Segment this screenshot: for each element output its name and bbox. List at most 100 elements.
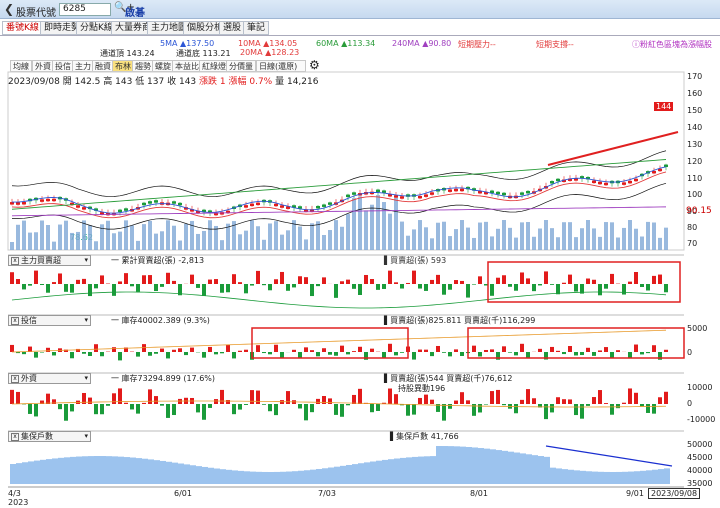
volume-bar [280,234,284,250]
volume-bar [424,227,428,250]
holders-bar [280,471,286,484]
holders-bar [178,463,184,484]
holders-bar [160,460,166,484]
holders-bar [556,468,562,484]
volume-bar [586,220,590,250]
holders-bar [106,456,112,484]
volume-bar [166,220,170,250]
foreign-bar [46,393,50,404]
volume-bar [82,220,86,250]
volume-bar [34,232,38,250]
chevron-down-icon[interactable]: ▾ [84,432,88,441]
close-icon[interactable]: x [11,257,19,265]
x-tick-year: 2023 [8,498,29,507]
close-icon[interactable]: x [11,433,19,441]
trust-bar [100,352,104,357]
foreign-bar [574,404,578,416]
foreign-bar [58,404,62,410]
mainforce-bar [514,284,518,291]
trust-bar [226,344,230,352]
volume-bar [304,239,308,250]
volume-bar [298,226,302,250]
holders-bar [508,451,514,484]
foreign-bar [484,404,488,405]
trust-bar [514,352,518,356]
trust-bar [508,352,512,353]
trust-bar [346,352,350,355]
mainforce-bar [406,282,410,284]
mainforce-bar [610,273,614,284]
volume-bar [214,225,218,250]
volume-bar [172,225,176,250]
holders-bar [298,470,304,484]
volume-bar [58,224,62,250]
holders-bar [250,471,256,484]
chevron-down-icon[interactable]: ▾ [84,374,88,383]
close-icon[interactable]: x [11,317,19,325]
candle-body [652,170,656,174]
trust-bar [592,352,596,356]
holders-bar [40,459,46,484]
panel-select-mainforce[interactable]: x 主力買賣超 ▾ [8,255,91,266]
foreign-bar [64,404,68,421]
mainforce-bar [586,278,590,284]
mainforce-bar [304,277,308,284]
volume-bar [472,237,476,250]
holders-bar [334,466,340,484]
trust-bar [112,347,116,352]
chevron-down-icon[interactable]: ▾ [84,256,88,265]
volume-bar [244,230,248,250]
mainforce-bar [292,284,296,288]
trust-bar [52,352,56,356]
mainforce-bar [334,284,338,298]
volume-bar [466,227,470,250]
volume-bar [106,220,110,250]
volume-bar [622,227,626,250]
close-icon[interactable]: x [11,375,19,383]
volume-bar [238,234,242,250]
foreign-bar [412,404,416,415]
trust-bar [418,349,422,352]
mainforce-bar [526,278,530,284]
volume-bar [370,204,374,250]
holders-bar [130,457,136,484]
trust-bar [490,349,494,352]
panel-select-trust[interactable]: x 投信 ▾ [8,315,91,326]
candle-body [142,202,146,206]
foreign-bar [124,402,128,404]
candle-body [526,190,530,194]
holders-bar [538,456,544,484]
volume-bar [346,214,350,250]
mainforce-bar [430,279,434,284]
chevron-down-icon[interactable]: ▾ [84,316,88,325]
trust-bar [208,346,212,352]
volume-bar [598,236,602,250]
holders-bar [76,456,82,484]
trust-bar [262,352,266,354]
foreign-bar [250,390,254,404]
foreign-bar [394,394,398,404]
holders-bar [598,471,604,484]
holders-bar [622,471,628,484]
candle-body [76,205,80,208]
panel-foreign-header: x 外資 ▾ 一 庫存73294.899 (17.6%) ▌買賣超(張)544 買賣… [8,373,628,393]
trust-bar [610,352,614,359]
holders-bar [580,470,586,484]
candle-body [274,203,278,207]
trust-bar [244,349,248,352]
panel-mainforce-net: ▌買賣超(張) 593 [384,256,447,265]
volume-bar [412,229,416,250]
foreign-bar [274,404,278,416]
panel-select-foreign[interactable]: x 外資 ▾ [8,373,91,384]
candle-body [346,194,350,198]
mainforce-bar [88,284,92,297]
holders-bar [460,446,466,484]
holders-bar [124,457,130,484]
mainforce-bar [46,284,50,293]
holders-bar [112,456,118,484]
mainforce-bar [280,271,284,284]
panel-select-holders[interactable]: x 集保戶數 ▾ [8,431,91,442]
foreign-bar [604,403,608,404]
holders-bar [226,469,232,484]
holders-bar [352,464,358,484]
